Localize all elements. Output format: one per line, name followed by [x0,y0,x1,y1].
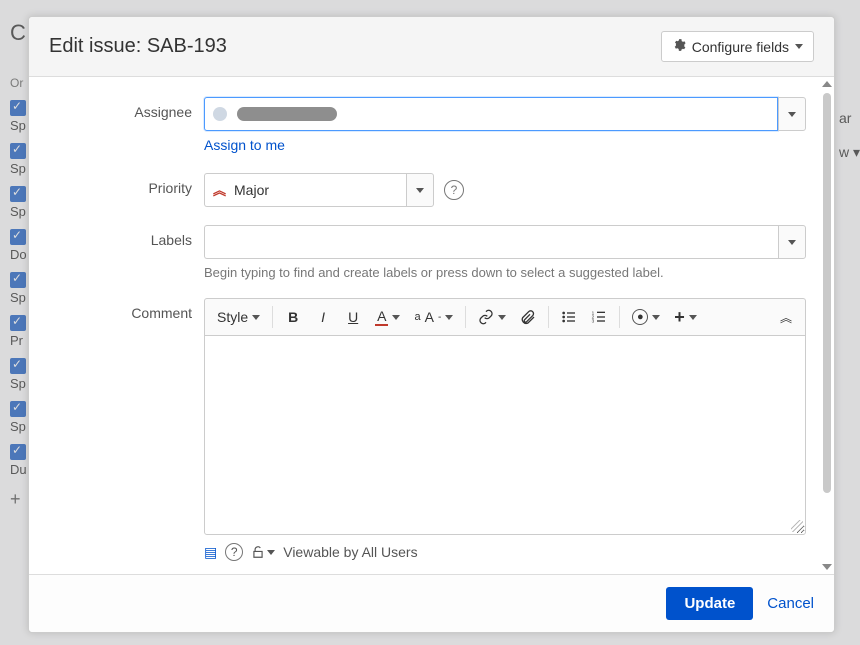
chevron-down-icon [652,315,660,320]
assignee-dropdown-toggle[interactable] [778,97,806,131]
chevron-down-icon [267,550,275,555]
style-dropdown[interactable]: Style [211,303,266,331]
labels-hint: Begin typing to find and create labels o… [204,265,806,280]
assignee-value-redacted [237,107,337,121]
assignee-label: Assignee [49,97,204,120]
labels-label: Labels [49,225,204,248]
link-button[interactable] [472,303,512,331]
labels-select[interactable] [204,225,806,259]
avatar-icon [213,107,227,121]
insert-more-button[interactable]: + [668,303,703,331]
viewable-by-text: Viewable by All Users [283,544,417,560]
resize-handle[interactable] [791,520,803,532]
dialog-footer: Update Cancel [29,574,834,632]
chevron-down-icon [689,315,697,320]
labels-input[interactable] [204,225,778,259]
comment-label: Comment [49,298,204,321]
configure-fields-button[interactable]: Configure fields [661,31,814,62]
chevron-down-icon [788,112,796,117]
comment-help-icon[interactable]: ? [225,543,243,561]
chevron-down-icon [392,315,400,320]
italic-button[interactable]: I [309,303,337,331]
cancel-button[interactable]: Cancel [767,595,814,612]
chevron-down-icon [445,315,453,320]
priority-help-icon[interactable]: ? [444,180,464,200]
priority-label: Priority [49,173,204,196]
underline-button[interactable]: U [339,303,367,331]
priority-dropdown-toggle[interactable] [406,173,434,207]
svg-text:3: 3 [592,318,595,323]
security-level-button[interactable] [251,545,275,559]
clear-format-button[interactable]: aA- [408,303,459,331]
comment-toolbar: Style B I U A aA- [204,298,806,335]
assign-to-me-link[interactable]: Assign to me [204,137,285,153]
comment-textarea[interactable] [204,335,806,535]
dialog-header: Edit issue: SAB-193 Configure fields [29,17,834,77]
attachment-button[interactable] [514,303,542,331]
priority-select[interactable]: ︽ Major [204,173,434,207]
bullet-list-button[interactable] [555,303,583,331]
collapse-toolbar-button[interactable]: ︽ [771,303,799,331]
bold-button[interactable]: B [279,303,307,331]
chevron-down-icon [795,44,803,49]
dialog-title: Edit issue: SAB-193 [49,35,227,58]
chevron-down-icon [416,188,424,193]
labels-dropdown-toggle[interactable] [778,225,806,259]
configure-fields-label: Configure fields [692,39,789,55]
numbered-list-button[interactable]: 123 [585,303,613,331]
chevron-down-icon [498,315,506,320]
priority-value: Major [234,182,269,198]
scrollbar[interactable] [822,81,832,570]
edit-issue-dialog: Edit issue: SAB-193 Configure fields Ass… [28,16,835,633]
chevron-down-icon [788,240,796,245]
chevron-down-icon [252,315,260,320]
text-color-button[interactable]: A [369,303,406,331]
update-button[interactable]: Update [666,587,753,620]
gear-icon [672,38,686,55]
mention-button[interactable]: ● [626,303,666,331]
visual-mode-icon[interactable]: ▤ [204,544,217,561]
priority-major-icon: ︽ [213,184,226,197]
assignee-select[interactable] [204,97,806,131]
